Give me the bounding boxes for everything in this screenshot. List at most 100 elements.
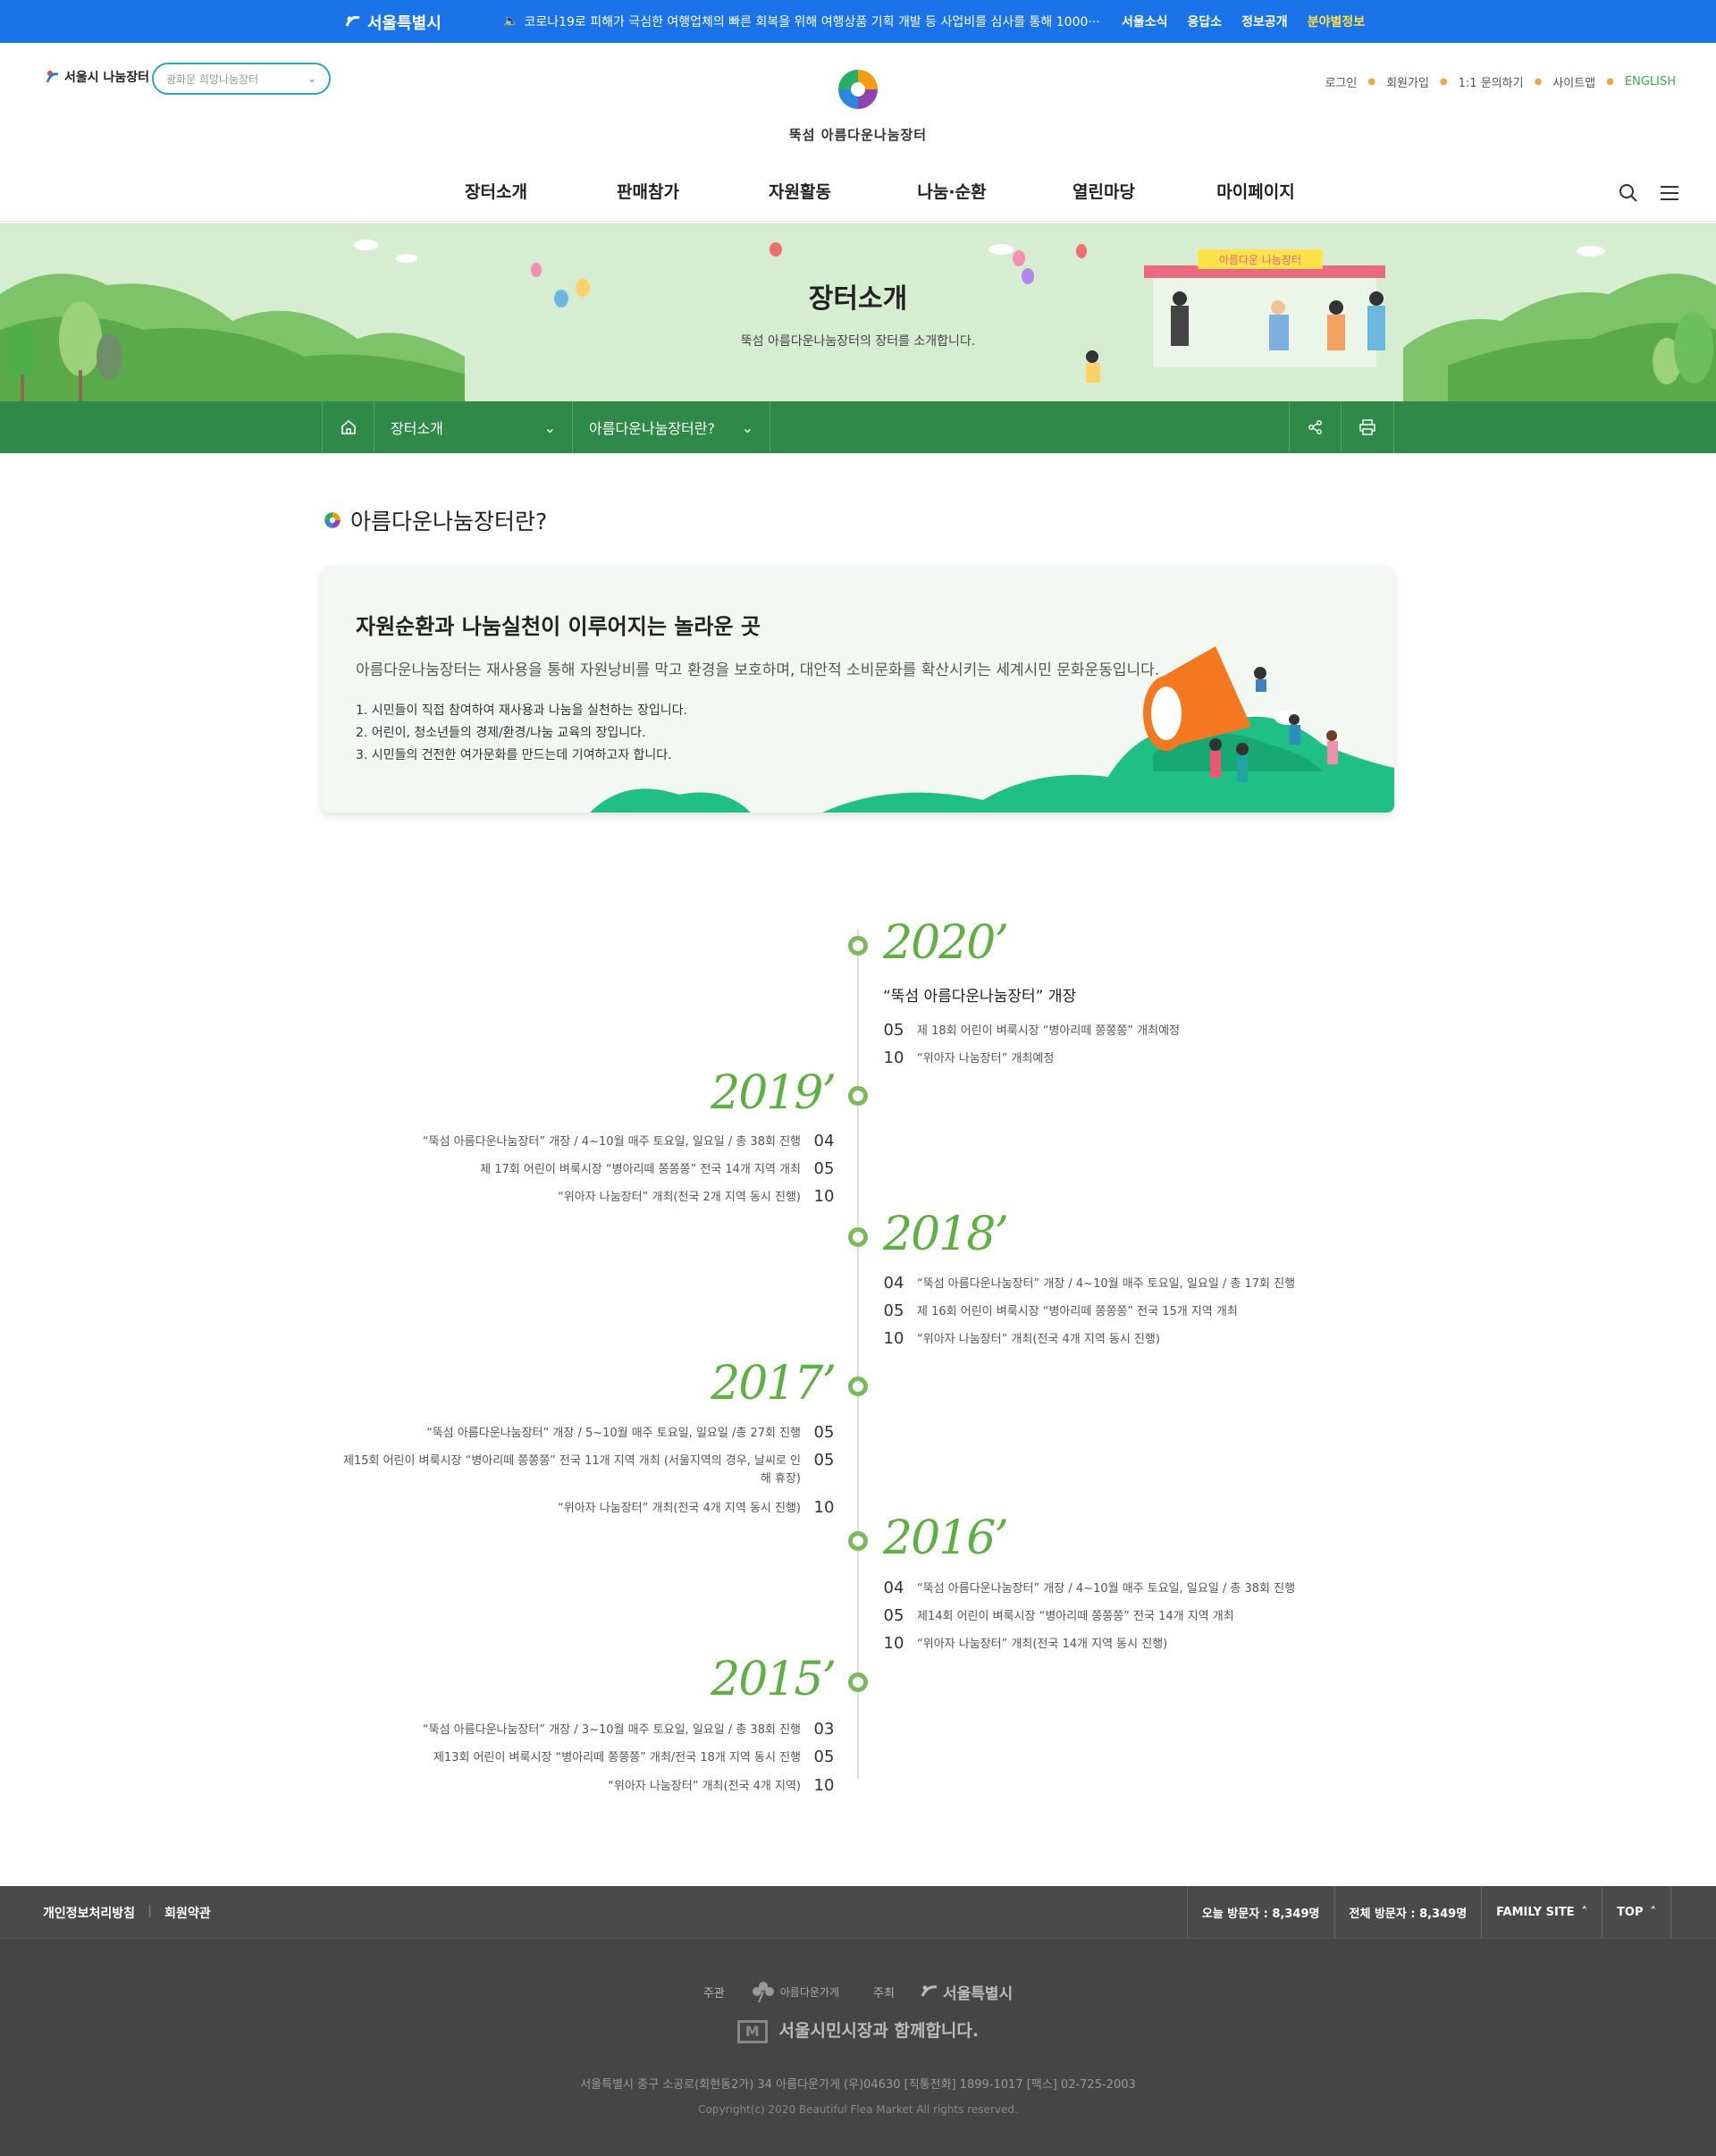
event-month: 05 — [813, 1159, 835, 1178]
org-label: 주관 — [702, 1986, 725, 2000]
inquiry-link[interactable]: 1:1 문의하기 — [1459, 73, 1524, 90]
event-month: 05 — [883, 1301, 904, 1320]
share-button[interactable] — [1289, 401, 1341, 453]
event-month: 05 — [813, 1748, 835, 1766]
banner-subtitle: 뚝섬 아름다운나눔장터의 장터를 소개합니다. — [740, 334, 976, 349]
nanum-logo-icon — [46, 71, 59, 83]
intro-card: 자원순환과 나눔실천이 이루어지는 놀라운 곳 아름다운나눔장터는 재사용을 통… — [322, 566, 1394, 813]
total-visitors: 전체 방문자 : 8,349명 — [1333, 1886, 1482, 1938]
market-logo[interactable]: 뚝섬 아름다운나눔장터 — [786, 63, 930, 144]
intro-heading: 자원순환과 나눔실천이 이루어지는 놀라운 곳 — [356, 614, 761, 639]
event-text: 제13회 어린이 벼룩시장 “병아리떼 쫑쫑쫑” 개최/전국 18개 지역 동시… — [433, 1751, 801, 1764]
seoul-logo[interactable]: 서울특별시 — [344, 11, 442, 34]
today-visitors: 오늘 방문자 : 8,349명 — [1186, 1886, 1334, 1938]
notice-ticker[interactable]: 🔈 코로나19로 피해가 극심한 여행업체의 빠른 회복을 위해 여행상품 기획… — [503, 13, 1111, 30]
nav-item[interactable]: 열린마당 — [1028, 179, 1180, 203]
nav-item[interactable]: 장터소개 — [420, 179, 572, 203]
topbar-link[interactable]: 정보공개 — [1241, 13, 1288, 30]
separator-dot: ● — [1534, 77, 1543, 87]
nav-item[interactable]: 나눔·순환 — [876, 179, 1028, 203]
event-text: 제 18회 어린이 벼룩시장 “병아리떼 쫑쫑쫑” 개최예정 — [917, 1024, 1181, 1038]
topbar-link[interactable]: 분야별정보 — [1308, 13, 1365, 30]
terms-link[interactable]: 회원약관 — [164, 1904, 211, 1922]
timeline-year: 2016’ — [883, 1512, 1009, 1565]
main-nav: 장터소개 판매참가 자원활동 나눔·순환 열린마당 마이페이지 — [420, 179, 1332, 203]
event-text: “위아자 나눔장터” 개최(전국 4개 지역 동시 진행) — [558, 1502, 801, 1515]
nanum-logo[interactable]: 서울시 나눔장터 — [45, 68, 149, 86]
topbar-link[interactable]: 응답소 — [1188, 13, 1223, 30]
event-month: 04 — [813, 1132, 835, 1150]
section-logo-icon — [324, 512, 341, 528]
family-site-button[interactable]: FAMILY SITE ˄ — [1481, 1886, 1602, 1938]
timeline-event: 05 제14회 어린이 벼룩시장 “병아리떼 쫑쫑쫑” 전국 14개 지역 개최 — [883, 1606, 1384, 1626]
org-name: 서울특별시 — [942, 1984, 1014, 2003]
depth2-dropdown[interactable]: 아름다운나눔장터란? ⌄ — [572, 401, 770, 453]
event-month: 03 — [813, 1720, 835, 1739]
timeline-event: 04 “뚝섬 아름다운나눔장터” 개장 / 4~10월 매주 토요일, 일요일 /… — [883, 1274, 1384, 1293]
timeline-year: 2015’ — [711, 1653, 837, 1706]
chevron-up-icon: ˄ — [1650, 1905, 1657, 1919]
topbar-links: 서울소식 응답소 정보공개 분야별정보 — [1122, 13, 1365, 30]
timeline-line — [857, 930, 859, 1779]
nav-item[interactable]: 마이페이지 — [1180, 179, 1332, 203]
chevron-down-icon: ⌄ — [543, 418, 556, 436]
seoul-logo-text: 서울특별시 — [367, 14, 442, 33]
footer-info: 주관 아름다운가게 주최 서울특별시 M 서울시민시장과 함께합니다. 서울특별… — [0, 1938, 1716, 2156]
search-icon[interactable] — [1618, 182, 1639, 204]
timeline-event: 10 “위아자 나눔장터” 개최(전국 14개 지역 동시 진행) — [883, 1634, 1384, 1654]
timeline-event: 제15회 어린이 벼룩시장 “병아리떼 쫑쫑쫑” 전국 11개 지역 개최 (서… — [340, 1451, 835, 1488]
topbar-link[interactable]: 서울소식 — [1122, 13, 1168, 30]
event-month: 10 — [813, 1187, 835, 1206]
location-bar: 장터소개 ⌄ 아름다운나눔장터란? ⌄ — [0, 401, 1716, 453]
home-button[interactable] — [322, 401, 374, 453]
flower-icon — [752, 1982, 774, 2003]
beautiful-store-logo: 아름다운가게 — [750, 1980, 839, 2003]
org-label: 주최 — [873, 1986, 895, 2000]
market-select[interactable]: 광화문 희망나눔장터 ⌄ — [152, 63, 331, 95]
header: 서울시 나눔장터 광화문 희망나눔장터 ⌄ 뚝섬 아름다운나눔장터 로그인 ● … — [0, 43, 1716, 222]
privacy-link[interactable]: 개인정보처리방침 — [43, 1904, 135, 1922]
timeline-dot — [848, 1377, 868, 1396]
timeline-event: “뚝섬 아름다운나눔장터” 개장 / 3~10월 매주 토요일, 일요일 / 총… — [340, 1720, 835, 1739]
utility-menu: 로그인 ● 회원가입 ● 1:1 문의하기 ● 사이트맵 ● ENGLISH — [1325, 73, 1676, 90]
timeline-year: 2019’ — [711, 1066, 837, 1120]
page-banner: 아름다운 나눔장터 장터소개 뚝섬 아름다운나눔장터의 장터를 소개합니다. — [0, 223, 1716, 401]
event-month: 04 — [883, 1579, 904, 1597]
footer-bar: 개인정보처리방침 | 회원약관 오늘 방문자 : 8,349명 전체 방문자 :… — [0, 1886, 1716, 1938]
timeline-title: “뚝섬 아름다운나눔장터” 개장 — [883, 988, 1077, 1006]
timeline-year: 2020’ — [883, 916, 1009, 970]
depth1-label: 장터소개 — [391, 420, 443, 437]
event-text: “뚝섬 아름다운나눔장터” 개장 / 4~10월 매주 토요일, 일요일 / 총… — [917, 1277, 1296, 1291]
organizers: 주관 아름다운가게 주최 서울특별시 — [0, 1980, 1716, 2003]
intro-illustration — [590, 646, 1394, 813]
seoul-icon — [345, 15, 360, 27]
banner-sign-text: 아름다운 나눔장터 — [1219, 254, 1301, 266]
join-link[interactable]: 회원가입 — [1386, 73, 1429, 90]
timeline-event: 제13회 어린이 벼룩시장 “병아리떼 쫑쫑쫑” 개최/전국 18개 지역 동시… — [340, 1748, 835, 1767]
print-button[interactable] — [1341, 401, 1394, 453]
seoul-icon — [921, 1985, 938, 1997]
chevron-up-icon: ˄ — [1581, 1905, 1588, 1919]
timeline-event: 04 “뚝섬 아름다운나눔장터” 개장 / 4~10월 매주 토요일, 일요일 /… — [883, 1579, 1384, 1598]
event-text: “위아자 나눔장터” 개최(전국 4개 지역 동시 진행) — [917, 1333, 1160, 1346]
market-logo-text: 뚝섬 아름다운나눔장터 — [788, 127, 928, 143]
event-text: 제14회 어린이 벼룩시장 “병아리떼 쫑쫑쫑” 전국 14개 지역 개최 — [917, 1610, 1234, 1623]
event-text: “뚝섬 아름다운나눔장터” 개장 / 5~10월 매주 토요일, 일요일 /총 … — [426, 1427, 801, 1440]
timeline-event: “위아자 나눔장터” 개최(전국 2개 지역 동시 진행) 10 — [340, 1187, 835, 1207]
nav-item[interactable]: 자원활동 — [724, 179, 876, 203]
top-button[interactable]: TOP ˄ — [1602, 1886, 1671, 1938]
depth1-dropdown[interactable]: 장터소개 ⌄ — [374, 401, 572, 453]
seoul-footer-logo: 서울특별시 — [920, 1981, 1013, 2003]
timeline-event: “뚝섬 아름다운나눔장터” 개장 / 5~10월 매주 토요일, 일요일 /총 … — [340, 1423, 835, 1443]
english-link[interactable]: ENGLISH — [1625, 75, 1676, 88]
menu-icon[interactable] — [1659, 182, 1680, 204]
event-month: 10 — [813, 1776, 835, 1795]
event-text: “위아자 나눔장터” 개최예정 — [917, 1052, 1055, 1065]
event-month: 05 — [813, 1423, 835, 1442]
chevron-down-icon: ⌄ — [741, 418, 753, 436]
timeline-event: “위아자 나눔장터” 개최(전국 4개 지역 동시 진행) 10 — [340, 1498, 835, 1518]
nav-item[interactable]: 판매참가 — [572, 179, 724, 203]
login-link[interactable]: 로그인 — [1325, 73, 1357, 90]
sitemap-link[interactable]: 사이트맵 — [1552, 73, 1595, 90]
timeline-dot — [848, 936, 868, 956]
